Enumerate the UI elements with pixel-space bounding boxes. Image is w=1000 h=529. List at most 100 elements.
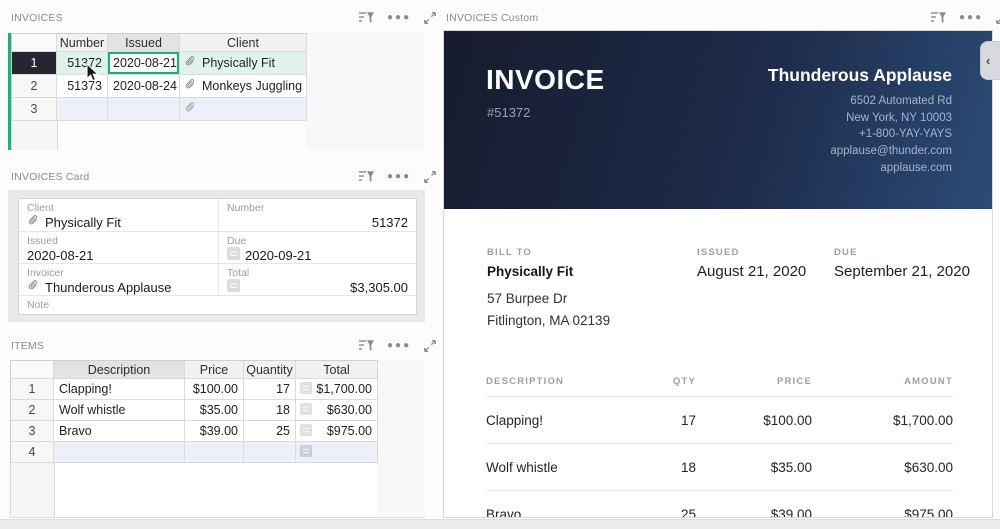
cell-total[interactable]: $1,700.00 bbox=[296, 379, 378, 400]
field-label: Due bbox=[227, 235, 408, 247]
cell-description[interactable]: Bravo bbox=[54, 421, 185, 442]
sort-filter-icon[interactable] bbox=[358, 169, 375, 185]
row-number[interactable]: 4 bbox=[11, 442, 54, 463]
formula-icon bbox=[300, 403, 312, 418]
panel-title-invoices: INVOICES bbox=[11, 12, 63, 24]
field-label: Note bbox=[27, 299, 408, 311]
bottom-scroll-area[interactable] bbox=[0, 519, 1000, 529]
row-number[interactable]: 3 bbox=[11, 421, 54, 442]
more-options-icon[interactable]: ●●● bbox=[387, 10, 411, 26]
expand-icon[interactable] bbox=[995, 10, 1000, 26]
formula-icon bbox=[300, 382, 312, 397]
field-value: 2020-08-21 bbox=[27, 247, 210, 263]
cell-text: $1,700.00 bbox=[316, 382, 372, 396]
issued-label: ISSUED bbox=[697, 247, 740, 258]
cursor-cell-issued[interactable]: 2020-08-21 bbox=[108, 52, 180, 75]
company-address-line: applause@thunder.com bbox=[830, 143, 952, 160]
item-price: $100.00 bbox=[696, 397, 812, 444]
cell-quantity[interactable]: 17 bbox=[244, 379, 296, 400]
invoice-number: #51372 bbox=[487, 105, 530, 120]
row-number[interactable]: 2 bbox=[12, 75, 57, 98]
field-label: Issued bbox=[27, 235, 210, 247]
corner-cell[interactable] bbox=[12, 34, 57, 52]
column-header-number[interactable]: Number bbox=[57, 34, 108, 52]
field-due[interactable]: Due 2020-09-21 bbox=[219, 232, 416, 263]
field-issued[interactable]: Issued 2020-08-21 bbox=[19, 232, 219, 263]
cell-total[interactable]: $975.00 bbox=[296, 421, 378, 442]
invoices-table: Number Issued Client 1 51372 2020-08-21 … bbox=[11, 33, 307, 121]
field-label: Number bbox=[227, 202, 408, 214]
field-number[interactable]: Number 51372 bbox=[219, 199, 416, 231]
more-options-icon[interactable]: ●●● bbox=[959, 10, 983, 26]
field-note[interactable]: Note Please slip a check under my door bbox=[19, 296, 416, 315]
item-description: Wolf whistle bbox=[486, 444, 576, 491]
field-invoicer[interactable]: Invoicer Thunderous Applause bbox=[19, 264, 219, 295]
table-row: 3 Bravo $39.00 25 $975.00 bbox=[11, 421, 378, 442]
bill-to-name: Physically Fit bbox=[487, 264, 573, 279]
company-address-line: +1-800-YAY-YAYS bbox=[830, 126, 952, 143]
items-header-amount: AMOUNT bbox=[812, 376, 953, 397]
cell-client[interactable] bbox=[180, 98, 307, 121]
cell-price[interactable]: $100.00 bbox=[185, 379, 244, 400]
card-widget: Client Physically Fit Number 51372 Issue… bbox=[8, 190, 425, 322]
more-options-icon[interactable]: ●●● bbox=[387, 338, 411, 354]
expand-icon[interactable] bbox=[423, 169, 437, 185]
row-number[interactable]: 1 bbox=[11, 379, 54, 400]
formula-icon bbox=[227, 247, 240, 263]
column-header-price[interactable]: Price bbox=[185, 361, 244, 379]
cell-quantity[interactable]: 18 bbox=[244, 400, 296, 421]
paperclip-icon bbox=[184, 55, 197, 71]
invoices-panel-toolbar: ●●● bbox=[358, 10, 437, 26]
cell-number[interactable]: 51373 bbox=[57, 75, 108, 98]
cell-total[interactable] bbox=[296, 442, 378, 463]
field-client[interactable]: Client Physically Fit bbox=[19, 199, 219, 231]
invoice-items-table: DESCRIPTION QTY PRICE AMOUNT Clapping! 1… bbox=[486, 376, 953, 518]
cell-quantity[interactable]: 25 bbox=[244, 421, 296, 442]
grid-empty-area bbox=[377, 360, 425, 517]
cell-price[interactable]: $39.00 bbox=[185, 421, 244, 442]
cell-text: $630.00 bbox=[327, 403, 372, 417]
expand-icon[interactable] bbox=[423, 338, 437, 354]
sort-filter-icon[interactable] bbox=[358, 338, 375, 354]
column-header-description[interactable]: Description bbox=[54, 361, 185, 379]
field-total[interactable]: Total $3,305.00 bbox=[219, 264, 416, 295]
cell-description[interactable] bbox=[54, 442, 185, 463]
formula-icon bbox=[227, 279, 240, 295]
cell-price[interactable] bbox=[185, 442, 244, 463]
field-value: $3,305.00 bbox=[350, 279, 408, 295]
cell-client[interactable]: Physically Fit bbox=[180, 52, 307, 75]
company-address: 6502 Automated Rd New York, NY 10003 +1-… bbox=[830, 93, 952, 177]
column-header-issued[interactable]: Issued bbox=[108, 34, 180, 52]
table-row: 1 Clapping! $100.00 17 $1,700.00 bbox=[11, 379, 378, 400]
corner-cell[interactable] bbox=[11, 361, 54, 379]
cell-description[interactable]: Wolf whistle bbox=[54, 400, 185, 421]
cell-text: Monkeys Juggling bbox=[202, 79, 302, 93]
paperclip-icon bbox=[184, 101, 197, 117]
row-number[interactable]: 1 bbox=[12, 52, 57, 75]
cell-number[interactable]: 51372 bbox=[57, 52, 108, 75]
row-number[interactable]: 3 bbox=[12, 98, 57, 121]
cell-client[interactable]: Monkeys Juggling bbox=[180, 75, 307, 98]
cell-text: $975.00 bbox=[327, 424, 372, 438]
column-header-client[interactable]: Client bbox=[180, 34, 307, 52]
row-number[interactable]: 2 bbox=[11, 400, 54, 421]
column-header-total[interactable]: Total bbox=[296, 361, 378, 379]
sort-filter-icon[interactable] bbox=[930, 10, 947, 26]
company-address-line: applause.com bbox=[830, 160, 952, 177]
collapse-panel-tab[interactable]: ‹ bbox=[980, 41, 1000, 80]
column-header-quantity[interactable]: Quantity bbox=[244, 361, 296, 379]
cell-total[interactable]: $630.00 bbox=[296, 400, 378, 421]
cell-quantity[interactable] bbox=[244, 442, 296, 463]
cell-description[interactable]: Clapping! bbox=[54, 379, 185, 400]
cell-number[interactable] bbox=[57, 98, 108, 121]
more-options-icon[interactable]: ●●● bbox=[387, 169, 411, 185]
formula-icon bbox=[300, 445, 312, 460]
expand-icon[interactable] bbox=[423, 10, 437, 26]
cell-issued[interactable] bbox=[108, 98, 180, 121]
item-qty: 25 bbox=[576, 491, 696, 518]
cell-price[interactable]: $35.00 bbox=[185, 400, 244, 421]
cell-issued[interactable]: 2020-08-24 bbox=[108, 75, 180, 98]
item-amount: $1,700.00 bbox=[812, 397, 953, 444]
sort-filter-icon[interactable] bbox=[358, 10, 375, 26]
invoice-preview-widget: INVOICE #51372 Thunderous Applause 6502 … bbox=[443, 30, 993, 518]
